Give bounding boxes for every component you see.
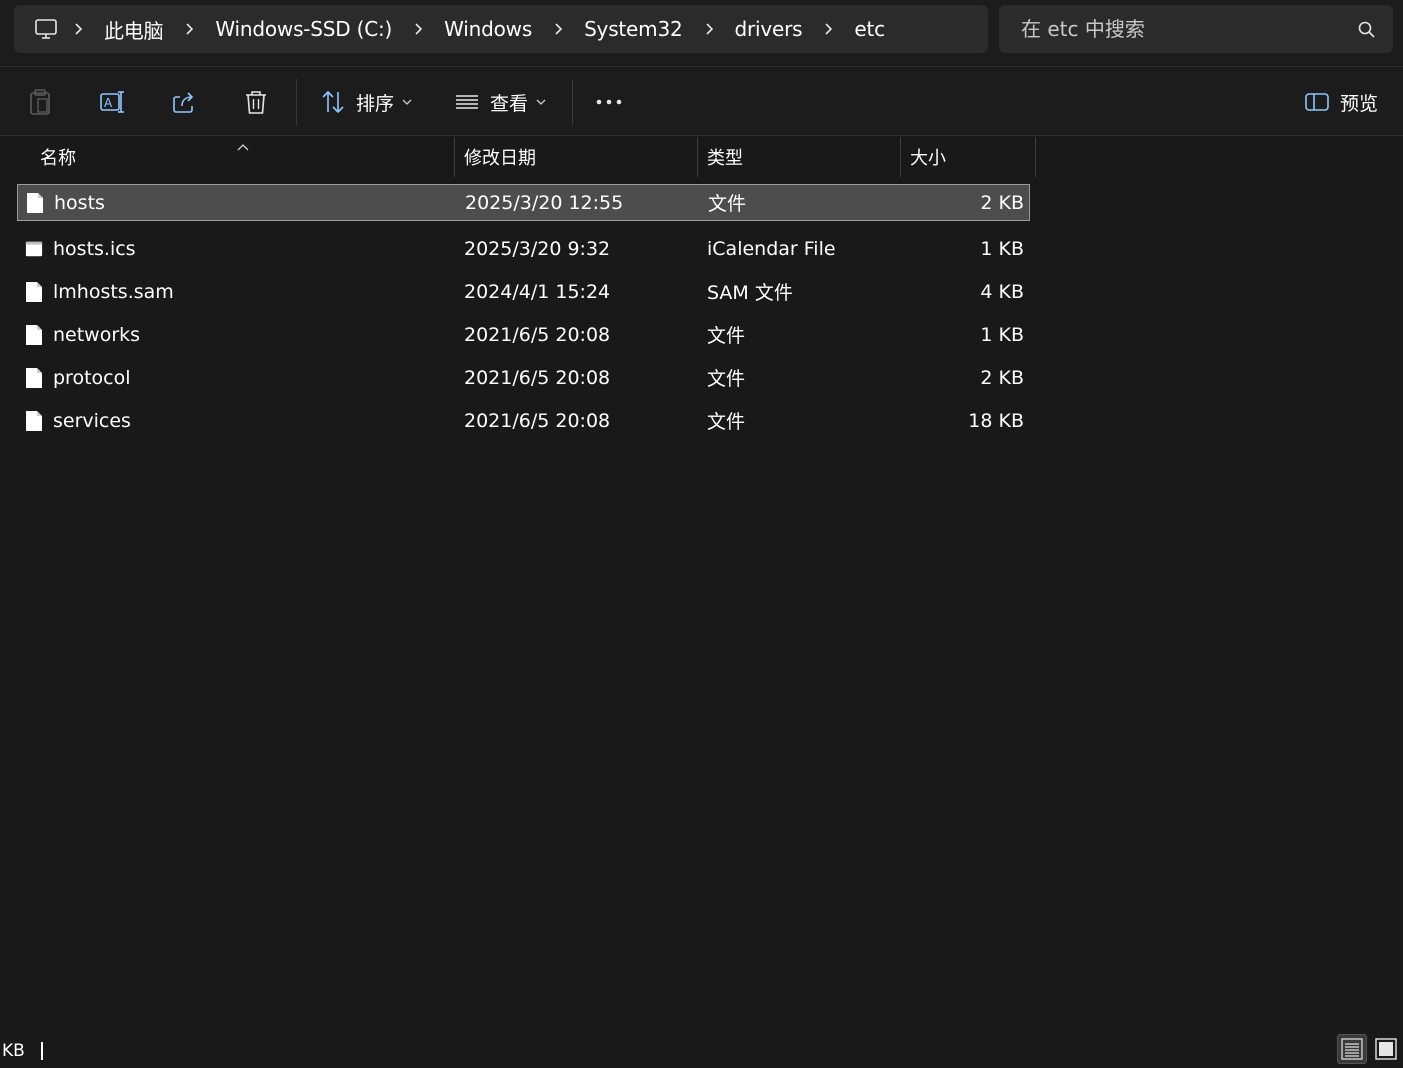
- chevron-right-icon[interactable]: [810, 22, 846, 36]
- search-input[interactable]: [999, 5, 1339, 53]
- rename-button[interactable]: A: [96, 85, 128, 119]
- sort-button[interactable]: 排序: [320, 85, 412, 119]
- file-list: hosts 2025/3/20 12:55 文件 2 KB hosts.ics …: [17, 184, 1031, 442]
- column-header-type[interactable]: 类型: [698, 137, 900, 177]
- file-row[interactable]: hosts 2025/3/20 12:55 文件 2 KB: [17, 184, 1030, 221]
- column-resize-handle[interactable]: [1035, 137, 1036, 177]
- file-date: 2021/6/5 20:08: [464, 323, 611, 346]
- view-button[interactable]: 查看: [454, 85, 546, 119]
- file-size: 1 KB: [980, 237, 1024, 260]
- more-options-button[interactable]: [594, 85, 624, 119]
- chevron-right-icon[interactable]: [540, 22, 576, 36]
- file-row[interactable]: services 2021/6/5 20:08 文件 18 KB: [17, 399, 1030, 442]
- file-icon: [25, 273, 43, 310]
- file-icon: [25, 402, 43, 439]
- file-name: lmhosts.sam: [53, 280, 174, 303]
- breadcrumb-item-this-pc[interactable]: 此电脑: [96, 15, 171, 44]
- file-date: 2021/6/5 20:08: [464, 366, 611, 389]
- file-type: 文件: [707, 368, 746, 390]
- preview-pane-icon: [1305, 93, 1329, 111]
- file-name: hosts.ics: [53, 237, 136, 260]
- title-bar: 此电脑 Windows-SSD (C:) Windows System32 dr…: [0, 0, 1403, 64]
- share-button[interactable]: [168, 85, 200, 119]
- file-icon: [26, 185, 44, 220]
- toolbar-divider: [572, 79, 573, 125]
- large-icons-view-button[interactable]: [1371, 1034, 1401, 1064]
- sort-icon: [322, 90, 344, 114]
- svg-text:A: A: [104, 96, 113, 110]
- column-header-name[interactable]: 名称: [31, 137, 454, 177]
- file-icon: [25, 359, 43, 396]
- more-icon: [596, 99, 622, 105]
- file-name: networks: [53, 323, 141, 346]
- list-view-icon: [456, 95, 478, 109]
- calendar-file-icon: [25, 230, 43, 267]
- column-header-date[interactable]: 修改日期: [455, 137, 697, 177]
- details-view-icon: [1341, 1038, 1363, 1060]
- view-switcher: [1337, 1034, 1401, 1064]
- breadcrumb-item-system32[interactable]: System32: [576, 17, 690, 41]
- file-type: iCalendar File: [707, 237, 836, 260]
- search-box[interactable]: [999, 5, 1393, 53]
- details-view-button[interactable]: [1337, 1034, 1367, 1064]
- file-date: 2025/3/20 9:32: [464, 237, 611, 260]
- file-date: 2021/6/5 20:08: [464, 409, 611, 432]
- text-cursor: [40, 1042, 43, 1060]
- breadcrumb-item-etc[interactable]: etc: [846, 17, 893, 41]
- status-text: KB: [2, 1041, 25, 1061]
- delete-button[interactable]: [240, 85, 272, 119]
- chevron-right-icon[interactable]: [691, 22, 727, 36]
- clipboard-icon: [30, 89, 50, 115]
- share-icon: [173, 92, 194, 113]
- view-label: 查看: [490, 92, 529, 115]
- sort-label: 排序: [356, 92, 395, 115]
- breadcrumb-item-drivers[interactable]: drivers: [727, 17, 811, 41]
- toolbar-divider: [296, 79, 297, 125]
- chevron-down-icon: [536, 99, 546, 105]
- file-type: 文件: [707, 411, 746, 433]
- preview-label: 预览: [1340, 92, 1379, 115]
- file-row[interactable]: networks 2021/6/5 20:08 文件 1 KB: [17, 313, 1030, 356]
- preview-pane-button[interactable]: 预览: [1304, 85, 1378, 119]
- file-date: 2024/4/1 15:24: [464, 280, 611, 303]
- status-bar: KB: [2, 1039, 43, 1063]
- chevron-right-icon[interactable]: [171, 22, 207, 36]
- file-date: 2025/3/20 12:55: [465, 191, 624, 214]
- file-type: SAM 文件: [707, 282, 793, 304]
- file-size: 4 KB: [980, 280, 1024, 303]
- paste-button[interactable]: [24, 85, 56, 119]
- file-type: 文件: [707, 325, 746, 347]
- trash-icon: [246, 91, 266, 114]
- file-row[interactable]: protocol 2021/6/5 20:08 文件 2 KB: [17, 356, 1030, 399]
- search-icon[interactable]: [1357, 20, 1377, 40]
- file-name: protocol: [53, 366, 131, 389]
- chevron-down-icon: [402, 99, 412, 105]
- file-row[interactable]: lmhosts.sam 2024/4/1 15:24 SAM 文件 4 KB: [17, 270, 1030, 313]
- rename-icon: A: [100, 91, 124, 113]
- file-size: 1 KB: [980, 323, 1024, 346]
- column-header-size[interactable]: 大小: [901, 137, 1035, 177]
- chevron-right-icon[interactable]: [60, 22, 96, 36]
- address-bar[interactable]: 此电脑 Windows-SSD (C:) Windows System32 dr…: [14, 5, 988, 53]
- file-type: 文件: [708, 193, 747, 215]
- file-name: services: [53, 409, 131, 432]
- file-row[interactable]: hosts.ics 2025/3/20 9:32 iCalendar File …: [17, 227, 1030, 270]
- chevron-right-icon[interactable]: [400, 22, 436, 36]
- command-bar: A 排序 查看 预览: [0, 66, 1403, 136]
- this-pc-icon[interactable]: [32, 15, 60, 43]
- breadcrumb-item-windows[interactable]: Windows: [436, 17, 540, 41]
- breadcrumb-item-drive[interactable]: Windows-SSD (C:): [207, 17, 400, 41]
- large-icons-view-icon: [1375, 1038, 1397, 1060]
- file-size: 18 KB: [968, 409, 1024, 432]
- file-size: 2 KB: [980, 191, 1024, 214]
- file-icon: [25, 316, 43, 353]
- file-size: 2 KB: [980, 366, 1024, 389]
- file-name: hosts: [54, 191, 105, 214]
- column-header-row: 名称 修改日期 类型 大小: [0, 137, 1036, 177]
